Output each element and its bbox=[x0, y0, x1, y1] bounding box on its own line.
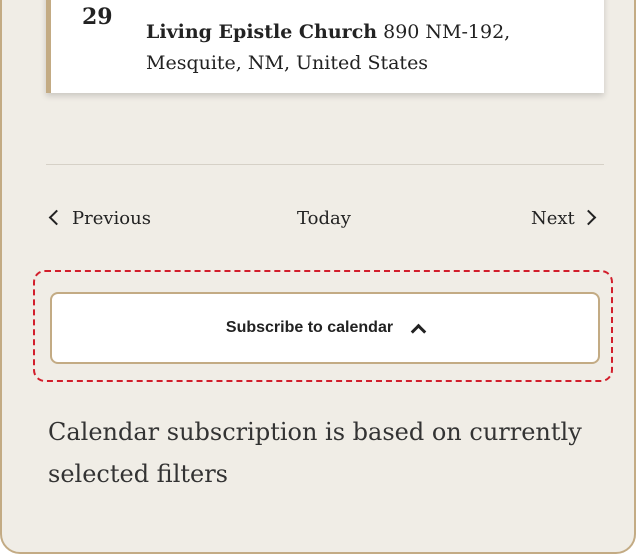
next-link[interactable]: Next bbox=[531, 207, 597, 231]
subscribe-button-label: Subscribe to calendar bbox=[225, 319, 394, 336]
calendar-panel: 29 Living Epistle Church 890 NM-192, Mes… bbox=[0, 0, 636, 554]
chevron-left-icon bbox=[48, 209, 65, 226]
previous-label: Previous bbox=[72, 208, 151, 229]
next-label: Next bbox=[531, 208, 575, 229]
subscribe-to-calendar-button[interactable]: Subscribe to calendar bbox=[50, 292, 600, 364]
event-day: 29 bbox=[82, 4, 113, 30]
event-venue: Living Epistle Church 890 NM-192, Mesqui… bbox=[146, 17, 586, 79]
chevron-right-icon bbox=[580, 209, 597, 226]
previous-link[interactable]: Previous bbox=[48, 207, 151, 231]
event-accent-bar bbox=[46, 0, 51, 93]
event-venue-name: Living Epistle Church bbox=[146, 21, 378, 43]
divider bbox=[46, 164, 604, 165]
chevron-up-icon bbox=[410, 323, 427, 339]
event-card[interactable]: 29 Living Epistle Church 890 NM-192, Mes… bbox=[46, 0, 604, 93]
subscription-note: Calendar subscription is based on curren… bbox=[48, 418, 582, 488]
today-link[interactable]: Today bbox=[297, 207, 351, 231]
